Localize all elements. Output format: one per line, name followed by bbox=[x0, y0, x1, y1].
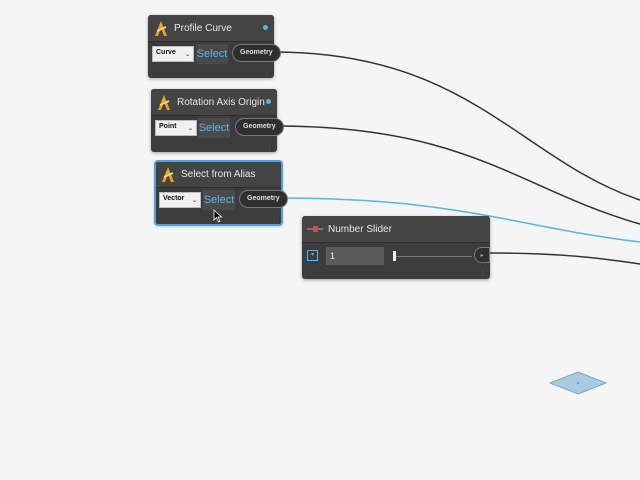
wire-rotation-axis[interactable] bbox=[275, 125, 640, 225]
output-port-geometry[interactable]: Geometry bbox=[232, 44, 281, 62]
status-dot bbox=[263, 25, 268, 30]
geometry-preview-plane bbox=[548, 371, 608, 395]
mouse-cursor-icon bbox=[213, 209, 223, 223]
wire-profile-curve[interactable] bbox=[273, 51, 640, 201]
node-title: Rotation Axis Origin bbox=[177, 96, 265, 108]
kebab-menu-icon[interactable]: · · · bbox=[265, 67, 268, 80]
kebab-menu-icon[interactable]: · · · bbox=[481, 268, 484, 281]
dropdown-value: Curve bbox=[156, 49, 176, 56]
node-title: Profile Curve bbox=[174, 22, 232, 34]
select-button[interactable]: Select bbox=[198, 118, 230, 138]
node-header[interactable]: Profile Curve bbox=[148, 15, 274, 42]
slider-icon bbox=[307, 226, 323, 232]
dynamo-logo-icon bbox=[162, 167, 174, 182]
node-number-slider[interactable]: Number Slider ▾ 1 ▸ · · · bbox=[302, 216, 490, 281]
slider-track[interactable] bbox=[393, 256, 472, 257]
type-dropdown[interactable]: Curve ⌄ bbox=[152, 46, 194, 62]
node-header[interactable]: Number Slider bbox=[302, 216, 490, 243]
type-dropdown[interactable]: Point ⌄ bbox=[155, 120, 197, 136]
output-port-geometry[interactable]: Geometry bbox=[239, 190, 288, 208]
output-port[interactable]: ▸ bbox=[474, 247, 490, 263]
slider-thumb[interactable] bbox=[393, 251, 396, 261]
node-title: Select from Alias bbox=[181, 168, 256, 180]
kebab-menu-icon[interactable]: · · · bbox=[273, 213, 276, 226]
chevron-down-icon: ⌄ bbox=[191, 198, 197, 204]
dynamo-logo-icon bbox=[155, 21, 167, 36]
wire-slider[interactable] bbox=[489, 252, 640, 265]
node-header[interactable]: Rotation Axis Origin bbox=[151, 89, 277, 116]
select-button[interactable]: Select bbox=[196, 44, 228, 64]
chevron-down-icon[interactable]: ▾ bbox=[307, 250, 318, 261]
node-header[interactable]: Select from Alias bbox=[155, 161, 282, 188]
dropdown-value: Vector bbox=[163, 195, 185, 202]
kebab-menu-icon[interactable]: · · · bbox=[268, 141, 271, 154]
output-port-geometry[interactable]: Geometry bbox=[235, 118, 284, 136]
node-title: Number Slider bbox=[328, 223, 392, 235]
dropdown-value: Point bbox=[159, 123, 177, 130]
status-dot bbox=[266, 99, 271, 104]
slider-value-input[interactable]: 1 bbox=[326, 247, 384, 265]
type-dropdown[interactable]: Vector ⌄ bbox=[159, 192, 201, 208]
node-rotation-axis-origin[interactable]: Rotation Axis Origin Point ⌄ Select Geom… bbox=[151, 89, 284, 154]
dynamo-logo-icon bbox=[158, 95, 170, 110]
chevron-down-icon: ⌄ bbox=[187, 126, 193, 132]
node-profile-curve[interactable]: Profile Curve Curve ⌄ Select Geometry · ·… bbox=[148, 15, 281, 80]
chevron-down-icon: ⌄ bbox=[184, 52, 190, 58]
select-button[interactable]: Select bbox=[203, 190, 235, 210]
